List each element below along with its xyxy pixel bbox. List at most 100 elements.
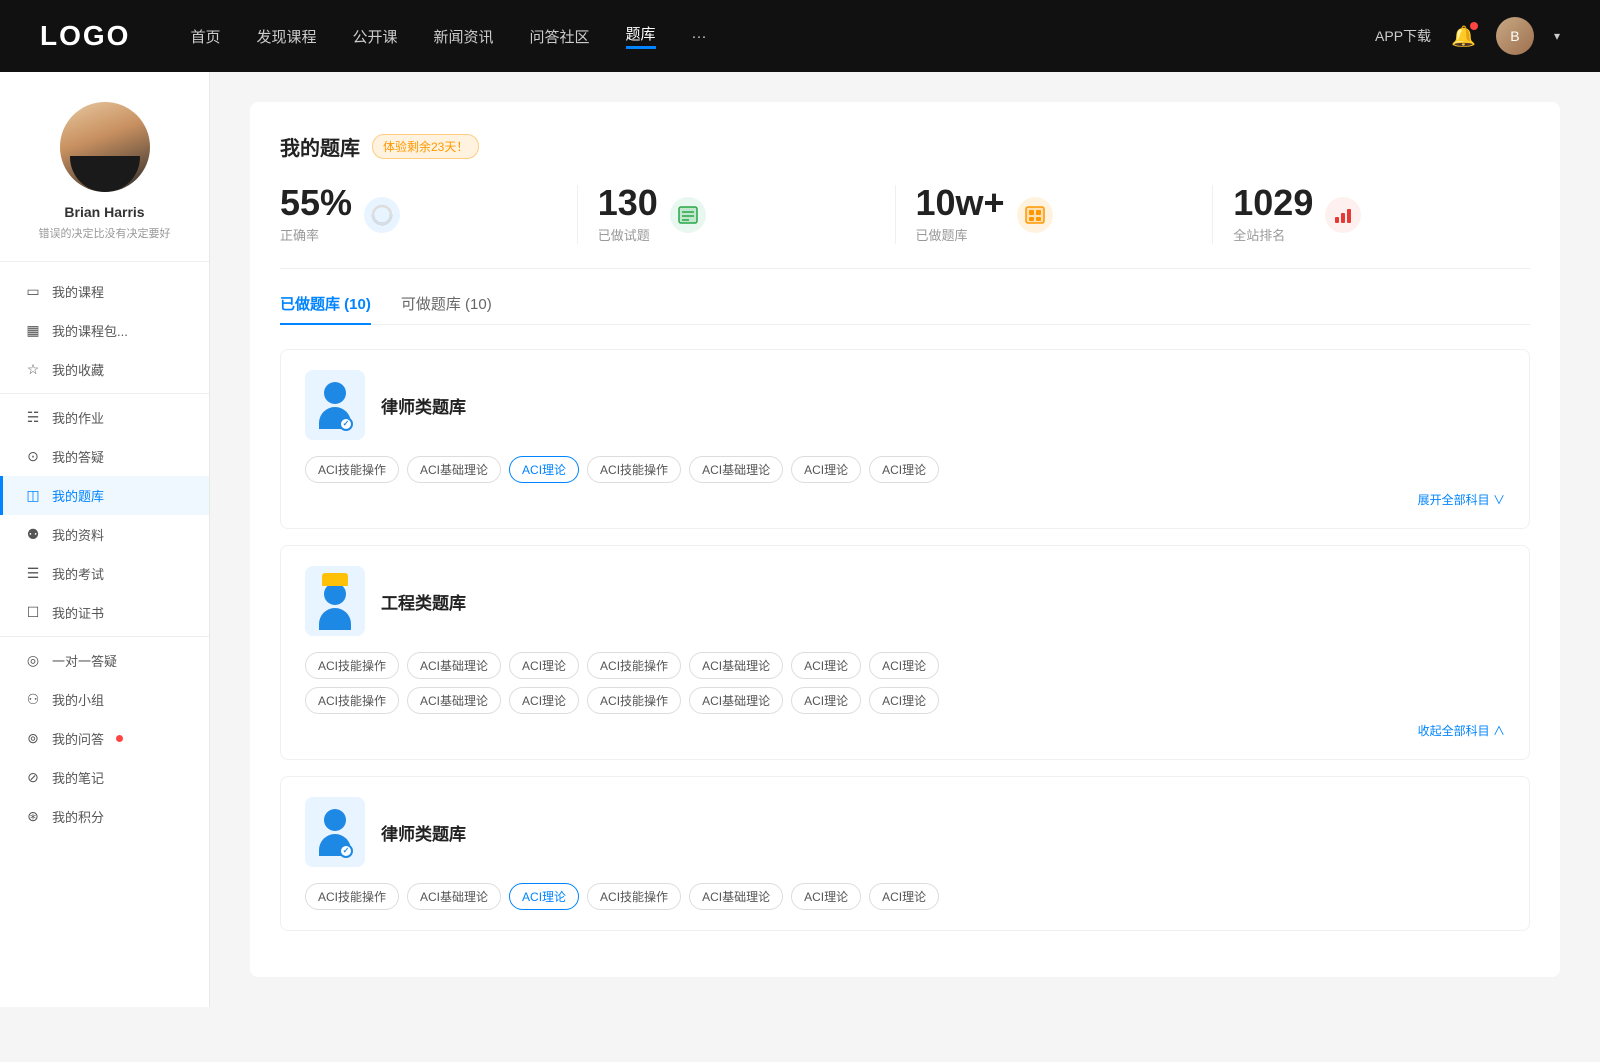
qbank-icon-engineer (305, 566, 365, 636)
sidebar-item-1on1[interactable]: ◎ 一对一答疑 (0, 641, 209, 680)
stat-text-banks: 10w+ 已做题库 (916, 185, 1005, 244)
qbank-tag[interactable]: ACI技能操作 (305, 652, 399, 679)
qbank-tag[interactable]: ACI基础理论 (407, 456, 501, 483)
qbank-tag-active-3[interactable]: ACI理论 (509, 883, 579, 910)
stat-text-done: 130 已做试题 (598, 185, 658, 244)
avatar-chevron-icon[interactable]: ▾ (1554, 29, 1560, 43)
qbank-tag[interactable]: ACI理论 (509, 687, 579, 714)
sidebar-menu: ▭ 我的课程 ▦ 我的课程包... ☆ 我的收藏 ☵ 我的作业 ⊙ 我的答疑 ◫ (0, 262, 209, 846)
qbank-tag[interactable]: ACI理论 (791, 687, 861, 714)
qbank-tag[interactable]: ACI理论 (869, 687, 939, 714)
qbank-tag[interactable]: ACI基础理论 (407, 883, 501, 910)
engineer-head (324, 583, 346, 605)
sidebar-item-favorites[interactable]: ☆ 我的收藏 (0, 350, 209, 389)
nav-home[interactable]: 首页 (190, 26, 220, 47)
app-download-button[interactable]: APP下载 (1375, 26, 1431, 46)
qbank-tags-row2-2: ACI技能操作 ACI基础理论 ACI理论 ACI技能操作 ACI基础理论 AC… (305, 687, 1505, 714)
qbank-name-2: 工程类题库 (381, 589, 466, 614)
qbank-tag[interactable]: ACI技能操作 (587, 687, 681, 714)
exam-icon: ☰ (24, 565, 42, 582)
qbank-tag[interactable]: ACI理论 (791, 883, 861, 910)
qbank-icon-lawyer-3: ✓ (305, 797, 365, 867)
sidebar-item-questionbank[interactable]: ◫ 我的题库 (0, 476, 209, 515)
qbank-tag[interactable]: ACI技能操作 (305, 687, 399, 714)
stat-value-banks: 10w+ (916, 185, 1005, 221)
sidebar-item-certificate[interactable]: ☐ 我的证书 (0, 593, 209, 632)
collapse-button-2[interactable]: 收起全部科目 ∧ (305, 722, 1505, 739)
qbank-tag[interactable]: ACI技能操作 (305, 456, 399, 483)
qbank-tag[interactable]: ACI技能操作 (587, 883, 681, 910)
qbank-tag[interactable]: ACI技能操作 (587, 652, 681, 679)
profile-icon: ⚉ (24, 526, 42, 543)
sidebar-item-coursepack[interactable]: ▦ 我的课程包... (0, 311, 209, 350)
qbank-tag-active[interactable]: ACI理论 (509, 456, 579, 483)
qbank-tag[interactable]: ACI理论 (791, 456, 861, 483)
notification-bell[interactable]: 🔔 (1451, 24, 1476, 49)
qbank-tag[interactable]: ACI基础理论 (407, 652, 501, 679)
qbank-tag[interactable]: ACI基础理论 (689, 687, 783, 714)
tab-available-banks[interactable]: 可做题库 (10) (401, 293, 492, 324)
qbank-name-3: 律师类题库 (381, 820, 466, 845)
stat-accuracy: 55% 正确率 (280, 185, 578, 244)
sidebar-username: Brian Harris (64, 204, 144, 220)
sidebar: Brian Harris 错误的决定比没有决定要好 ▭ 我的课程 ▦ 我的课程包… (0, 72, 210, 1007)
qbank-card-3: ✓ 律师类题库 ACI技能操作 ACI基础理论 ACI理论 ACI技能操作 AC… (280, 776, 1530, 931)
nav-menu: 首页 发现课程 公开课 新闻资讯 问答社区 题库 ··· (190, 23, 1375, 49)
stat-label-done: 已做试题 (598, 225, 658, 244)
stat-label-accuracy: 正确率 (280, 225, 352, 244)
sidebar-item-group[interactable]: ⚇ 我的小组 (0, 680, 209, 719)
sidebar-item-qa[interactable]: ⊙ 我的答疑 (0, 437, 209, 476)
sidebar-item-notes[interactable]: ⊘ 我的笔记 (0, 758, 209, 797)
nav-discover[interactable]: 发现课程 (256, 26, 316, 47)
nav-qa[interactable]: 问答社区 (530, 26, 590, 47)
qbank-tag[interactable]: ACI基础理论 (689, 652, 783, 679)
engineer-head-wrap (319, 583, 351, 630)
tab-done-banks[interactable]: 已做题库 (10) (280, 293, 371, 324)
nav-opencourse[interactable]: 公开课 (352, 26, 397, 47)
sidebar-item-label: 我的笔记 (52, 768, 104, 787)
logo[interactable]: LOGO (40, 20, 130, 52)
check-badge: ✓ (339, 417, 353, 431)
oneonone-icon: ◎ (24, 652, 42, 669)
stat-rank: 1029 全站排名 (1213, 185, 1530, 244)
notification-dot (1470, 22, 1478, 30)
qa-icon: ⊙ (24, 448, 42, 465)
qbank-tag[interactable]: ACI技能操作 (587, 456, 681, 483)
stat-value-done: 130 (598, 185, 658, 221)
qbank-tag[interactable]: ACI基础理论 (407, 687, 501, 714)
lawyer-figure-3: ✓ (319, 809, 351, 856)
qbank-tag[interactable]: ACI理论 (791, 652, 861, 679)
sidebar-item-points[interactable]: ⊛ 我的积分 (0, 797, 209, 836)
qbank-tag[interactable]: ACI基础理论 (689, 883, 783, 910)
nav-questionbank[interactable]: 题库 (626, 23, 656, 49)
sidebar-item-course[interactable]: ▭ 我的课程 (0, 272, 209, 311)
notes-icon: ⊘ (24, 769, 42, 786)
sidebar-item-profile[interactable]: ⚉ 我的资料 (0, 515, 209, 554)
sidebar-item-label: 我的答疑 (52, 447, 104, 466)
sidebar-profile: Brian Harris 错误的决定比没有决定要好 (0, 102, 209, 262)
stat-label-banks: 已做题库 (916, 225, 1005, 244)
sidebar-item-label: 我的考试 (52, 564, 104, 583)
sidebar-item-homework[interactable]: ☵ 我的作业 (0, 398, 209, 437)
avatar[interactable]: B (1496, 17, 1534, 55)
sidebar-item-answers[interactable]: ⊚ 我的问答 (0, 719, 209, 758)
qbank-tag[interactable]: ACI理论 (869, 883, 939, 910)
expand-button-1[interactable]: 展开全部科目 ∨ (305, 491, 1505, 508)
star-icon: ☆ (24, 361, 42, 378)
main-content: 我的题库 体验剩余23天！ 55% 正确率 130 已 (210, 72, 1600, 1007)
stat-done: 130 已做试题 (578, 185, 896, 244)
qbank-icon-lawyer-1: ✓ (305, 370, 365, 440)
nav-news[interactable]: 新闻资讯 (434, 26, 494, 47)
qbank-tag[interactable]: ACI技能操作 (305, 883, 399, 910)
qbank-tag[interactable]: ACI理论 (869, 652, 939, 679)
person-body-3: ✓ (319, 834, 351, 856)
stat-label-rank: 全站排名 (1233, 225, 1313, 244)
qbank-card-1: ✓ 律师类题库 ACI技能操作 ACI基础理论 ACI理论 ACI技能操作 AC… (280, 349, 1530, 529)
sidebar-item-exam[interactable]: ☰ 我的考试 (0, 554, 209, 593)
nav-more[interactable]: ··· (692, 28, 707, 45)
answers-badge (116, 735, 123, 742)
qbank-tag[interactable]: ACI基础理论 (689, 456, 783, 483)
qbank-tag[interactable]: ACI理论 (869, 456, 939, 483)
stat-value-accuracy: 55% (280, 185, 352, 221)
qbank-tag[interactable]: ACI理论 (509, 652, 579, 679)
